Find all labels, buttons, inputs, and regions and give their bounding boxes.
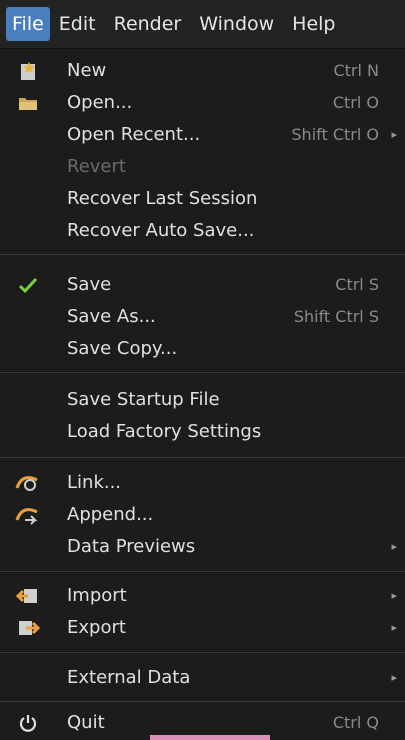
menu-item-label: Quit bbox=[67, 712, 105, 733]
file-menu-dropdown: New Ctrl N Open... Ctrl O Open Recent...… bbox=[0, 48, 405, 740]
menu-item-link[interactable]: Link... bbox=[0, 467, 405, 499]
menu-item-load-factory-settings[interactable]: Load Factory Settings bbox=[0, 416, 405, 448]
menu-item-label: Data Previews bbox=[67, 536, 196, 557]
menu-item-label: Import bbox=[67, 585, 127, 606]
menu-item-label: Open... bbox=[67, 92, 133, 113]
submenu-arrow-icon: ▸ bbox=[391, 671, 397, 684]
menu-item-label: Save bbox=[67, 274, 112, 295]
menu-separator bbox=[0, 701, 405, 702]
menu-item-append[interactable]: Append... bbox=[0, 499, 405, 531]
menu-item-label: Link... bbox=[67, 472, 122, 493]
submenu-arrow-icon: ▸ bbox=[391, 621, 397, 634]
menu-item-save-copy[interactable]: Save Copy... bbox=[0, 333, 405, 365]
submenu-arrow-icon: ▸ bbox=[391, 589, 397, 602]
menu-item-recover-last-session[interactable]: Recover Last Session bbox=[0, 183, 405, 215]
menu-item-open[interactable]: Open... Ctrl O bbox=[0, 87, 405, 119]
submenu-arrow-icon: ▸ bbox=[391, 128, 397, 141]
menu-separator bbox=[0, 372, 405, 373]
shortcut-text: Ctrl O bbox=[332, 93, 379, 112]
checkmark-icon bbox=[14, 272, 42, 298]
menu-item-revert: Revert bbox=[0, 151, 405, 183]
menu-item-label: Recover Auto Save... bbox=[67, 220, 255, 241]
shortcut-text: Ctrl Q bbox=[332, 713, 379, 732]
new-file-icon bbox=[14, 58, 42, 84]
menubar-window[interactable]: Window bbox=[190, 7, 283, 41]
menu-item-label: Save Startup File bbox=[67, 389, 220, 410]
menubar-render[interactable]: Render bbox=[105, 7, 191, 41]
menu-item-label: External Data bbox=[67, 667, 191, 688]
menu-separator bbox=[0, 652, 405, 653]
import-icon bbox=[14, 583, 42, 609]
menu-item-import[interactable]: Import ▸ bbox=[0, 580, 405, 612]
menu-item-label: Open Recent... bbox=[67, 124, 201, 145]
export-icon bbox=[14, 615, 42, 641]
shortcut-text: Ctrl S bbox=[335, 275, 379, 294]
menu-item-label: Export bbox=[67, 617, 126, 638]
link-icon bbox=[14, 470, 42, 496]
shortcut-text: Shift Ctrl O bbox=[291, 125, 379, 144]
menu-item-new[interactable]: New Ctrl N bbox=[0, 55, 405, 87]
menu-item-external-data[interactable]: External Data ▸ bbox=[0, 662, 405, 694]
menu-item-label: Save As... bbox=[67, 306, 156, 327]
blender-window: File Edit Render Window Help New Ctrl N bbox=[0, 0, 405, 740]
power-icon bbox=[14, 710, 42, 736]
menu-bar: File Edit Render Window Help bbox=[0, 0, 405, 48]
menu-item-label: Revert bbox=[67, 156, 126, 177]
menu-item-export[interactable]: Export ▸ bbox=[0, 612, 405, 644]
menubar-help[interactable]: Help bbox=[283, 7, 344, 41]
submenu-arrow-icon: ▸ bbox=[391, 540, 397, 553]
shortcut-text: Ctrl N bbox=[333, 61, 379, 80]
menu-item-recover-auto-save[interactable]: Recover Auto Save... bbox=[0, 215, 405, 247]
menu-item-data-previews[interactable]: Data Previews ▸ bbox=[0, 531, 405, 563]
menu-item-label: New bbox=[67, 60, 107, 81]
menu-item-save[interactable]: Save Ctrl S bbox=[0, 269, 405, 301]
menu-item-label: Load Factory Settings bbox=[67, 421, 262, 442]
menu-item-save-as[interactable]: Save As... Shift Ctrl S bbox=[0, 301, 405, 333]
shortcut-text: Shift Ctrl S bbox=[293, 307, 379, 326]
menu-item-save-startup-file[interactable]: Save Startup File bbox=[0, 384, 405, 416]
menu-item-label: Recover Last Session bbox=[67, 188, 258, 209]
menubar-file[interactable]: File bbox=[6, 7, 50, 41]
menu-item-open-recent[interactable]: Open Recent... Shift Ctrl O ▸ bbox=[0, 119, 405, 151]
menubar-edit[interactable]: Edit bbox=[50, 7, 105, 41]
append-icon bbox=[14, 502, 42, 528]
menu-separator bbox=[0, 457, 405, 458]
menu-item-label: Append... bbox=[67, 504, 154, 525]
background-highlight bbox=[150, 735, 270, 740]
folder-icon bbox=[14, 90, 42, 116]
menu-separator bbox=[0, 254, 405, 255]
menu-separator bbox=[0, 571, 405, 572]
menu-item-label: Save Copy... bbox=[67, 338, 178, 359]
